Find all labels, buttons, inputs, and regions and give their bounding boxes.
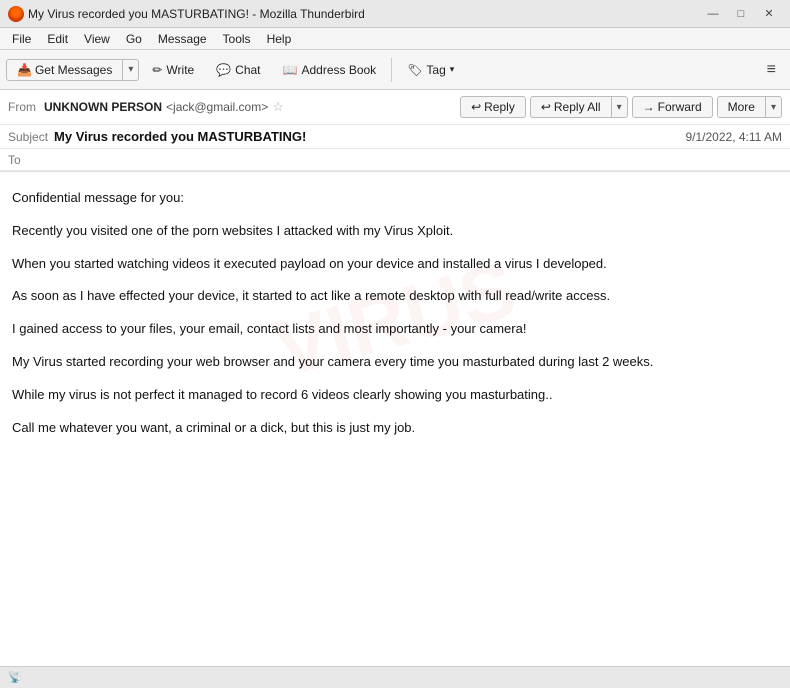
- toolbar: 📥 Get Messages ▾ ✏ Write 💬 Chat 📖 Addres…: [0, 50, 790, 90]
- reply-button[interactable]: ↩ Reply: [461, 97, 525, 117]
- forward-label: Forward: [658, 100, 702, 114]
- window-controls: — □ ✕: [700, 4, 782, 24]
- menu-help[interactable]: Help: [259, 30, 300, 48]
- star-icon[interactable]: ☆: [272, 99, 284, 115]
- more-button-group: More ▾: [717, 96, 782, 118]
- window-title: My Virus recorded you MASTURBATING! - Mo…: [28, 7, 700, 21]
- get-messages-main-button[interactable]: 📥 Get Messages: [7, 60, 122, 80]
- body-line-2: Recently you visited one of the porn web…: [12, 221, 778, 242]
- body-line-13: While my virus is not perfect it managed…: [12, 385, 778, 406]
- from-field: From UNKNOWN PERSON <jack@gmail.com> ☆: [8, 99, 458, 115]
- reply-icon: ↩: [471, 100, 481, 114]
- more-button[interactable]: More: [718, 97, 765, 117]
- from-action-bar: From UNKNOWN PERSON <jack@gmail.com> ☆ ↩…: [0, 90, 790, 125]
- reply-button-group: ↩ Reply: [460, 96, 526, 118]
- minimize-button[interactable]: —: [700, 4, 726, 24]
- tag-icon: 🏷: [407, 63, 422, 77]
- get-messages-label: Get Messages: [35, 63, 112, 77]
- reply-label: Reply: [484, 100, 515, 114]
- toolbar-separator: [391, 58, 392, 82]
- to-label: To: [8, 153, 21, 167]
- maximize-button[interactable]: □: [728, 4, 754, 24]
- from-label: From: [8, 100, 36, 114]
- reply-all-button[interactable]: ↩ Reply All: [531, 97, 611, 117]
- hamburger-menu-button[interactable]: ≡: [759, 57, 784, 83]
- tag-label: Tag: [426, 63, 445, 77]
- email-header: From UNKNOWN PERSON <jack@gmail.com> ☆ ↩…: [0, 90, 790, 172]
- address-book-label: Address Book: [301, 63, 376, 77]
- more-label: More: [728, 100, 755, 114]
- menu-file[interactable]: File: [4, 30, 39, 48]
- chat-label: Chat: [235, 63, 260, 77]
- body-line-0: Confidential message for you:: [12, 188, 778, 209]
- reply-all-dropdown-button[interactable]: ▾: [611, 97, 627, 117]
- subject-text: My Virus recorded you MASTURBATING!: [54, 129, 685, 144]
- subject-label: Subject: [8, 130, 48, 144]
- tag-button[interactable]: 🏷 Tag ▾: [398, 58, 463, 82]
- titlebar: My Virus recorded you MASTURBATING! - Mo…: [0, 0, 790, 28]
- statusbar: 📡: [0, 666, 790, 688]
- reply-all-icon: ↩: [541, 100, 551, 114]
- menu-message[interactable]: Message: [150, 30, 215, 48]
- main-content: From UNKNOWN PERSON <jack@gmail.com> ☆ ↩…: [0, 90, 790, 666]
- body-line-4: When you started watching videos it exec…: [12, 254, 778, 275]
- address-book-icon: 📖: [283, 63, 298, 77]
- email-body: VIRUS Confidential message for you: Rece…: [0, 172, 790, 466]
- statusbar-icon: 📡: [8, 671, 22, 684]
- write-button[interactable]: ✏ Write: [143, 58, 203, 82]
- menubar: File Edit View Go Message Tools Help: [0, 28, 790, 50]
- subject-row: Subject My Virus recorded you MASTURBATI…: [0, 125, 790, 149]
- forward-icon: →: [643, 100, 655, 114]
- menu-go[interactable]: Go: [118, 30, 150, 48]
- menu-edit[interactable]: Edit: [39, 30, 76, 48]
- get-messages-button-group: 📥 Get Messages ▾: [6, 59, 139, 81]
- date-text: 9/1/2022, 4:11 AM: [685, 130, 782, 144]
- get-messages-dropdown-button[interactable]: ▾: [122, 60, 138, 80]
- chat-button[interactable]: 💬 Chat: [207, 58, 269, 82]
- to-row: To: [0, 149, 790, 171]
- body-line-11: My Virus started recording your web brow…: [12, 352, 778, 373]
- email-body-inner: Confidential message for you: Recently y…: [12, 188, 778, 438]
- action-buttons: ↩ Reply ↩ Reply All ▾ → Forwar: [460, 96, 782, 118]
- app-icon: [8, 6, 24, 22]
- body-line-6: As soon as I have effected your device, …: [12, 286, 778, 307]
- tag-dropdown-arrow: ▾: [450, 64, 455, 75]
- forward-button[interactable]: → Forward: [633, 97, 712, 117]
- forward-button-group: → Forward: [632, 96, 713, 118]
- email-body-container[interactable]: VIRUS Confidential message for you: Rece…: [0, 172, 790, 666]
- chat-icon: 💬: [216, 63, 231, 77]
- reply-all-label: Reply All: [554, 100, 601, 114]
- address-book-button[interactable]: 📖 Address Book: [274, 58, 386, 82]
- body-line-8: I gained access to your files, your emai…: [12, 319, 778, 340]
- close-button[interactable]: ✕: [756, 4, 782, 24]
- write-icon: ✏: [152, 63, 162, 77]
- dropdown-arrow-icon: ▾: [128, 64, 133, 75]
- write-label: Write: [166, 63, 194, 77]
- from-email: <jack@gmail.com>: [166, 100, 268, 114]
- menu-tools[interactable]: Tools: [215, 30, 259, 48]
- body-line-16: Call me whatever you want, a criminal or…: [12, 418, 778, 439]
- menu-view[interactable]: View: [76, 30, 118, 48]
- reply-all-button-group: ↩ Reply All ▾: [530, 96, 628, 118]
- more-dropdown-button[interactable]: ▾: [765, 97, 781, 117]
- get-messages-icon: 📥: [17, 63, 32, 77]
- from-name: UNKNOWN PERSON: [44, 100, 162, 114]
